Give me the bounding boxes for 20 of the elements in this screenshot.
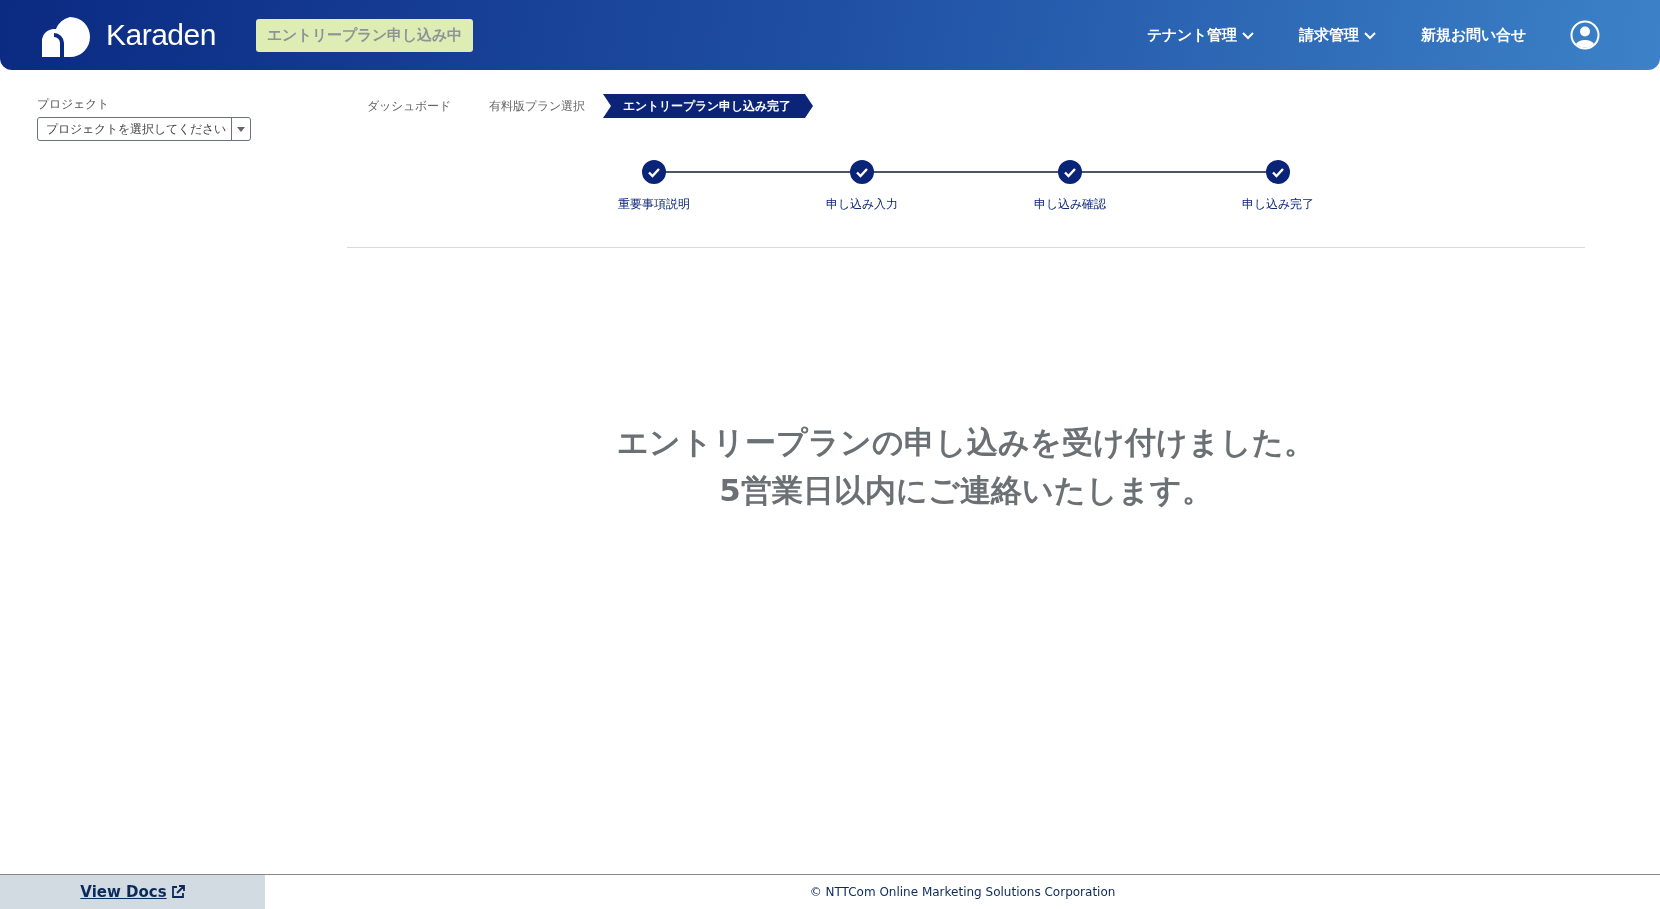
user-account-icon[interactable] <box>1570 20 1600 50</box>
plan-status-badge: エントリープラン申し込み中 <box>255 18 473 52</box>
nav-menu-item[interactable]: テナント管理 <box>1147 25 1255 45</box>
external-link-icon <box>170 885 185 899</box>
breadcrumb-item[interactable]: エントリープラン申し込み完了 <box>603 94 813 118</box>
step-label: 申し込み確認 <box>1034 196 1106 213</box>
project-select[interactable]: プロジェクトを選択してください <box>37 117 251 141</box>
project-label: プロジェクト <box>37 96 110 113</box>
step-label: 申し込み完了 <box>1242 196 1314 213</box>
caret-down-icon <box>237 126 245 132</box>
step-label: 申し込み入力 <box>826 196 898 213</box>
logo-text: Karaden <box>106 18 216 52</box>
nav-menu-item[interactable]: 請求管理 <box>1299 25 1377 45</box>
step-label: 重要事項説明 <box>618 196 690 213</box>
confirmation-message: 5営業日以内にご連絡いたします。 <box>719 471 1213 510</box>
view-docs-link[interactable]: View Docs <box>80 883 185 901</box>
nav-menu-item[interactable]: 新規お問い合せ <box>1421 25 1526 45</box>
breadcrumb-item[interactable]: 有料版プラン選択 <box>469 94 607 118</box>
copyright-text: © NTTCom Online Marketing Solutions Corporation <box>808 885 1117 899</box>
confirmation-message: エントリープランの申し込みを受け付けました。 <box>617 423 1315 462</box>
